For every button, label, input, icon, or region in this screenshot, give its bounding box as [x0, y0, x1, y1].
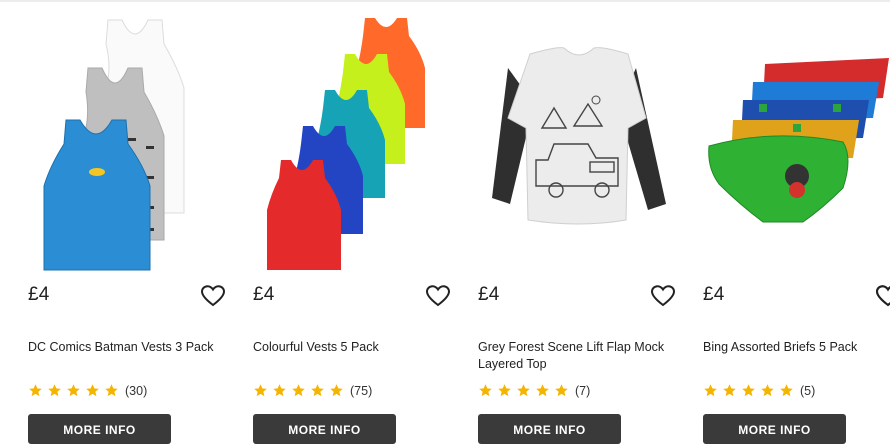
more-info-button[interactable]: MORE INFO — [28, 414, 171, 444]
product-title[interactable]: Colourful Vests 5 Pack — [253, 339, 458, 356]
product-title[interactable]: Bing Assorted Briefs 5 Pack — [703, 339, 890, 356]
star-icon — [253, 383, 268, 398]
star-icon — [329, 383, 344, 398]
star-icon — [741, 383, 756, 398]
product-card[interactable]: £4 Bing Assorted Briefs 5 Pack (5) MORE … — [703, 0, 890, 444]
product-title[interactable]: Grey Forest Scene Lift Flap Mock Layered… — [478, 339, 683, 373]
product-image[interactable] — [478, 8, 693, 276]
product-card[interactable]: £4 Grey Forest Scene Lift Flap Mock Laye… — [478, 0, 693, 444]
more-info-button[interactable]: MORE INFO — [478, 414, 621, 444]
product-image[interactable] — [28, 8, 243, 276]
star-icon — [760, 383, 775, 398]
wishlist-heart-icon[interactable] — [876, 285, 890, 307]
star-icon — [28, 383, 43, 398]
product-image[interactable] — [703, 8, 890, 276]
star-icon — [703, 383, 718, 398]
star-icon — [516, 383, 531, 398]
product-card[interactable]: £4 Colourful Vests 5 Pack (75) MORE INFO — [253, 0, 468, 444]
star-icon — [291, 383, 306, 398]
rating-stars — [703, 383, 798, 398]
product-image[interactable] — [253, 8, 468, 276]
product-rating: (30) — [28, 383, 147, 398]
product-rating: (75) — [253, 383, 372, 398]
star-icon — [478, 383, 493, 398]
star-icon — [779, 383, 794, 398]
rating-stars — [28, 383, 123, 398]
rating-count: (30) — [125, 383, 148, 398]
wishlist-heart-icon[interactable] — [426, 285, 450, 307]
star-icon — [722, 383, 737, 398]
more-info-button[interactable]: MORE INFO — [703, 414, 846, 444]
wishlist-heart-icon[interactable] — [201, 285, 225, 307]
star-icon — [47, 383, 62, 398]
rating-count: (5) — [800, 383, 816, 398]
product-title[interactable]: DC Comics Batman Vests 3 Pack — [28, 339, 233, 356]
star-icon — [85, 383, 100, 398]
product-price: £4 — [28, 284, 50, 305]
rating-stars — [478, 383, 573, 398]
star-icon — [272, 383, 287, 398]
product-card[interactable]: £4 DC Comics Batman Vests 3 Pack (30) MO… — [28, 0, 243, 444]
star-icon — [104, 383, 119, 398]
product-price: £4 — [253, 284, 275, 305]
product-price: £4 — [478, 284, 500, 305]
rating-count: (7) — [575, 383, 591, 398]
wishlist-heart-icon[interactable] — [651, 285, 675, 307]
star-icon — [497, 383, 512, 398]
rating-stars — [253, 383, 348, 398]
star-icon — [66, 383, 81, 398]
product-price: £4 — [703, 284, 725, 305]
more-info-button[interactable]: MORE INFO — [253, 414, 396, 444]
star-icon — [554, 383, 569, 398]
rating-count: (75) — [350, 383, 373, 398]
product-rating: (5) — [703, 383, 815, 398]
product-rating: (7) — [478, 383, 590, 398]
star-icon — [535, 383, 550, 398]
star-icon — [310, 383, 325, 398]
